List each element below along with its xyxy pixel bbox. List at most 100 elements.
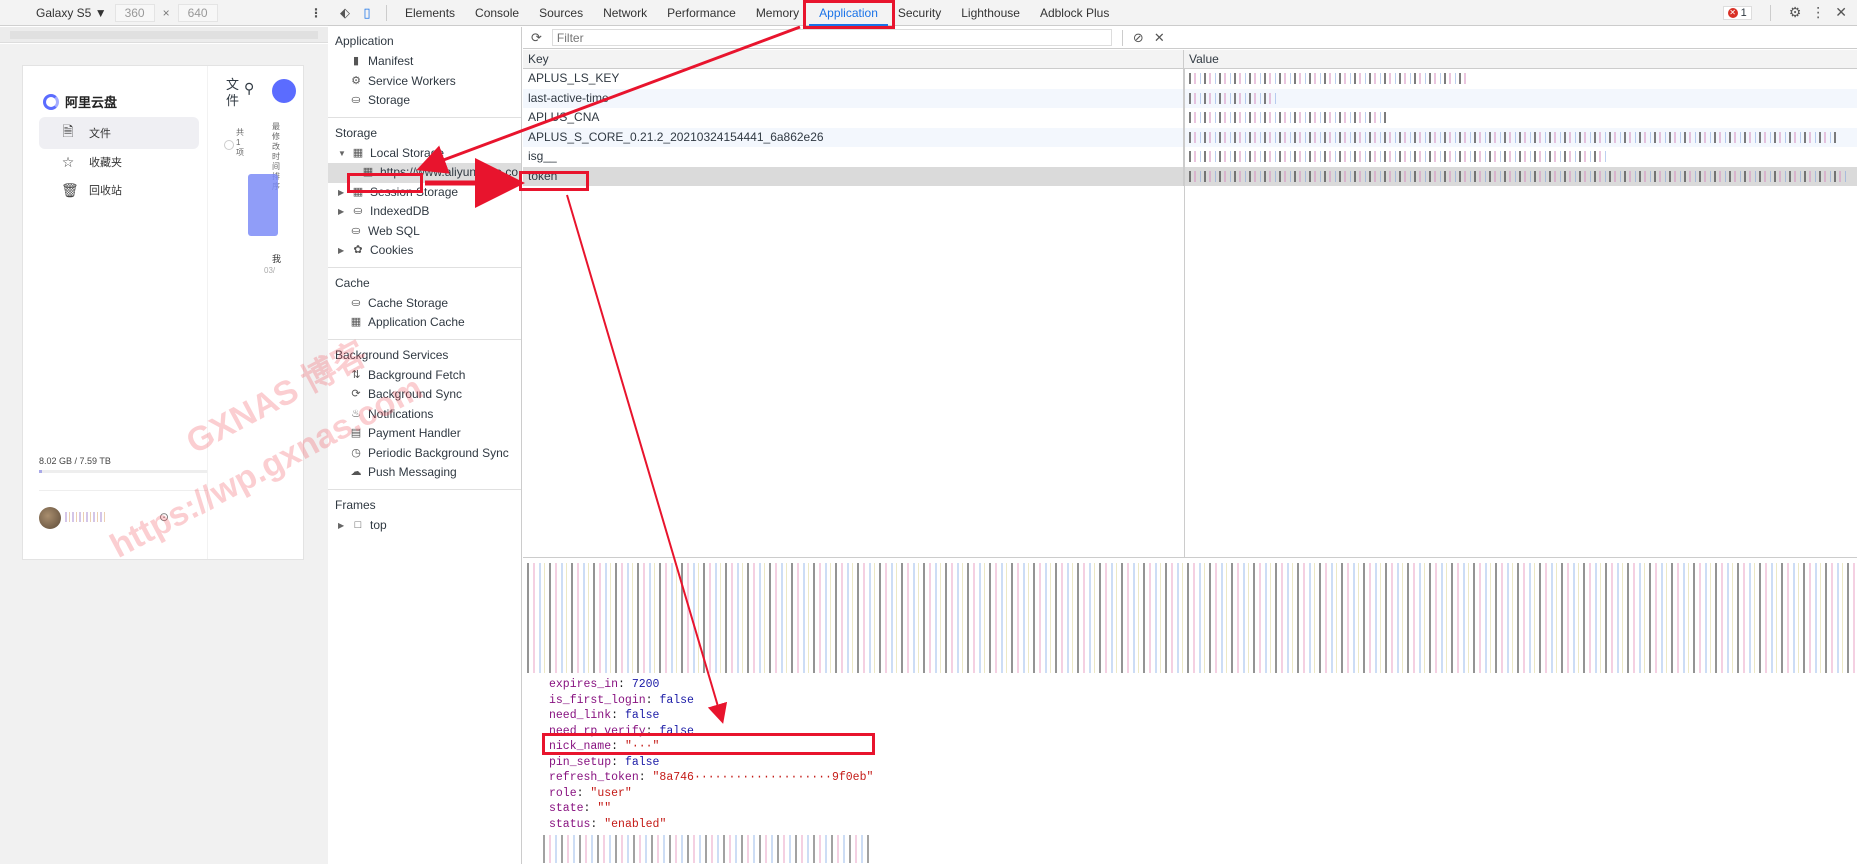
sidebar-item-push-messaging[interactable]: ☁ Push Messaging bbox=[328, 463, 521, 483]
sidebar-item-web-sql[interactable]: ⛀ Web SQL bbox=[328, 222, 521, 242]
devtools-tabbar: ⬖ ▯ Elements Console Sources Network Per… bbox=[328, 0, 1857, 26]
more-icon[interactable]: ⊙ bbox=[159, 510, 169, 524]
sidebar-item-label: Manifest bbox=[368, 54, 414, 68]
cloud-icon: ☁ bbox=[350, 466, 362, 478]
upload-button[interactable] bbox=[272, 79, 296, 103]
sidebar-item-label: Cookies bbox=[370, 243, 414, 257]
device-more-icon[interactable]: ⋮ bbox=[310, 6, 322, 20]
sidebar-item-background-sync[interactable]: ⟳ Background Sync bbox=[328, 385, 521, 405]
tab-console[interactable]: Console bbox=[465, 0, 529, 26]
sidebar-item-periodic-background-sync[interactable]: ◷ Periodic Background Sync bbox=[328, 444, 521, 464]
refresh-icon[interactable]: ⟳ bbox=[531, 30, 542, 46]
row-value-redacted bbox=[1184, 89, 1857, 109]
preview-line: state: "" bbox=[549, 802, 612, 815]
gear-icon[interactable]: ⚙ bbox=[1789, 4, 1802, 21]
grid-icon: ▦ bbox=[362, 166, 374, 178]
row-key: token bbox=[523, 166, 1184, 186]
column-key[interactable]: Key bbox=[523, 50, 1184, 68]
sidebar-item-background-fetch[interactable]: ⇅ Background Fetch bbox=[328, 366, 521, 386]
sidebar-item-label: Storage bbox=[368, 93, 411, 107]
error-counter[interactable]: ✕ 1 bbox=[1722, 5, 1752, 20]
sidebar-item-label: Cache Storage bbox=[368, 295, 449, 310]
kebab-menu-icon[interactable]: ⋮ bbox=[1811, 4, 1825, 21]
preview-key: refresh_token bbox=[549, 771, 639, 784]
brand-logo[interactable]: 阿里云盘 bbox=[43, 92, 117, 111]
nav-item-files[interactable]: 🗎 文件 bbox=[39, 117, 199, 149]
expand-triangle-icon[interactable]: ▼ bbox=[338, 144, 346, 164]
row-key: APLUS_S_CORE_0.21.2_20210324154441_6a862… bbox=[523, 127, 1184, 147]
sidebar-item-frame-top[interactable]: ▶ □ top bbox=[328, 516, 521, 536]
sidebar-item-notifications[interactable]: ♨ Notifications bbox=[328, 405, 521, 425]
device-width-input[interactable]: 360 bbox=[114, 3, 155, 22]
tab-lighthouse[interactable]: Lighthouse bbox=[951, 0, 1030, 26]
tab-performance[interactable]: Performance bbox=[657, 0, 746, 26]
preview-line: nick_name: "···" bbox=[549, 740, 660, 753]
table-row[interactable]: last-active-time bbox=[523, 88, 1857, 109]
filter-input[interactable] bbox=[551, 29, 1112, 46]
device-height-input[interactable]: 640 bbox=[177, 3, 218, 22]
select-all-checkbox[interactable] bbox=[224, 140, 234, 150]
expand-triangle-icon[interactable]: ▶ bbox=[338, 202, 346, 222]
table-row[interactable]: APLUS_CNA bbox=[523, 108, 1857, 128]
sidebar-divider bbox=[328, 266, 521, 268]
sidebar-item-local-storage-origin[interactable]: ▦ https://www.aliyundrive.co bbox=[328, 163, 521, 183]
preview-line: need_rp_verify: false bbox=[549, 724, 694, 738]
search-icon[interactable]: ⚲ bbox=[244, 80, 254, 97]
preview-key: need_link bbox=[549, 709, 612, 722]
sidebar-item-indexeddb[interactable]: ▶ ⛀ IndexedDB bbox=[328, 202, 521, 222]
document-icon: ▮ bbox=[352, 55, 360, 67]
file-name[interactable]: 我 bbox=[272, 252, 281, 265]
nav-label: 收藏夹 bbox=[89, 157, 122, 169]
toolbar-separator bbox=[1121, 29, 1123, 46]
clear-all-icon[interactable]: ⊘ bbox=[1133, 30, 1144, 46]
star-icon: ☆ bbox=[61, 153, 75, 170]
preview-key: nick_name bbox=[549, 740, 612, 753]
nav-item-trash[interactable]: 🗑 回收站 bbox=[39, 174, 199, 206]
tab-application[interactable]: Application bbox=[809, 0, 888, 26]
sidebar-item-session-storage[interactable]: ▶ ▦ Session Storage bbox=[328, 183, 521, 203]
expand-triangle-icon[interactable]: ▶ bbox=[338, 241, 346, 261]
sidebar-item-application-cache[interactable]: ▦ Application Cache bbox=[328, 313, 521, 333]
phone-page: 阿里云盘 🗎 文件 ☆ 收藏夹 🗑 回收站 文件 ⚲ 共 1 项 最 修 改 时… bbox=[22, 65, 304, 560]
table-row[interactable]: APLUS_S_CORE_0.21.2_20210324154441_6a862… bbox=[523, 127, 1857, 147]
footer-divider bbox=[39, 490, 207, 491]
toolbar-separator bbox=[1769, 4, 1771, 21]
sidebar-item-cookies[interactable]: ▶ ✿ Cookies bbox=[328, 241, 521, 261]
sidebar-item-cache-storage[interactable]: ⛀ Cache Storage bbox=[328, 294, 521, 314]
tab-memory[interactable]: Memory bbox=[746, 0, 809, 26]
preview-line: expires_in: 7200 bbox=[549, 678, 660, 691]
device-toggle-icon[interactable]: ▯ bbox=[356, 5, 378, 21]
tab-security[interactable]: Security bbox=[888, 0, 951, 26]
tab-network[interactable]: Network bbox=[593, 0, 657, 26]
sidebar-item-service-workers[interactable]: ⚙ Service Workers bbox=[328, 72, 521, 92]
preview-value: "enabled" bbox=[604, 817, 667, 831]
avatar[interactable] bbox=[39, 507, 61, 529]
sidebar-item-manifest[interactable]: ▮ Manifest bbox=[328, 52, 521, 72]
preview-line: is_first_login: false bbox=[549, 693, 694, 707]
column-value[interactable]: Value bbox=[1184, 50, 1857, 68]
expand-triangle-icon[interactable]: ▶ bbox=[338, 516, 346, 536]
file-panel-title: 文件 bbox=[226, 77, 240, 108]
table-row-selected[interactable]: token bbox=[523, 166, 1857, 186]
inspect-icon[interactable]: ⬖ bbox=[334, 5, 356, 21]
sidebar-item-payment-handler[interactable]: ▤ Payment Handler bbox=[328, 424, 521, 444]
toolbar-separator bbox=[386, 4, 387, 21]
close-icon[interactable]: ✕ bbox=[1835, 4, 1847, 21]
redaction-noise bbox=[1189, 92, 1279, 104]
tab-sources[interactable]: Sources bbox=[529, 0, 593, 26]
tab-adblock-plus[interactable]: Adblock Plus bbox=[1030, 0, 1119, 26]
sidebar-item-storage[interactable]: ⛀ Storage bbox=[328, 91, 521, 111]
table-row[interactable]: isg__ bbox=[523, 147, 1857, 167]
preview-value: false bbox=[624, 755, 660, 769]
delete-selected-icon[interactable]: ✕ bbox=[1154, 30, 1165, 46]
sidebar-item-local-storage[interactable]: ▼ ▦ Local Storage bbox=[328, 144, 521, 164]
row-value-redacted bbox=[1184, 69, 1857, 89]
preview-value: "" bbox=[597, 802, 612, 815]
expand-triangle-icon[interactable]: ▶ bbox=[338, 183, 346, 203]
grid-icon: ▦ bbox=[352, 185, 364, 198]
folder-thumbnail[interactable] bbox=[248, 174, 278, 236]
device-select[interactable]: Galaxy S5 ▼ bbox=[36, 6, 107, 20]
tab-elements[interactable]: Elements bbox=[395, 0, 465, 26]
table-row[interactable]: APLUS_LS_KEY bbox=[523, 69, 1857, 89]
cookie-icon: ✿ bbox=[353, 244, 363, 256]
